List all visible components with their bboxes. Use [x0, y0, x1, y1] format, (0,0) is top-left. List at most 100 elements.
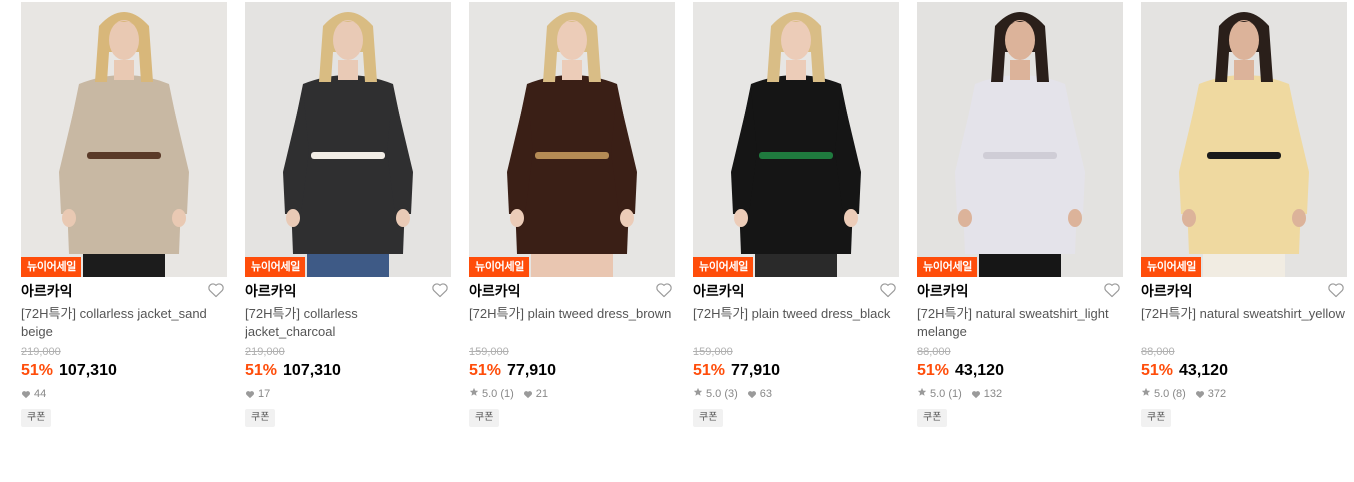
product-image[interactable]: 뉴이어세일 [245, 2, 451, 277]
product-card[interactable]: 뉴이어세일 아르카익 [72H특가] collarless jacket_san… [21, 2, 227, 427]
like-icon [245, 390, 255, 398]
star-icon [693, 387, 703, 396]
sale-price: 43,120 [955, 362, 1004, 379]
star-icon [917, 387, 927, 396]
like-icon [21, 390, 31, 398]
product-name[interactable]: [72H특가] collarless jacket_charcoal [245, 305, 451, 341]
rating: 5.0 (8) [1141, 387, 1195, 401]
rating: 5.0 (1) [469, 387, 523, 401]
product-name[interactable]: [72H특가] natural sweatshirt_yellow [1141, 305, 1347, 341]
product-photo [469, 2, 675, 277]
original-price: 88,000 [917, 346, 951, 358]
like-icon [523, 390, 532, 398]
product-stats: 5.0 (1) 132 [917, 387, 1123, 401]
product-name[interactable]: [72H특가] plain tweed dress_brown [469, 305, 675, 341]
rating: 5.0 (3) [693, 387, 747, 401]
product-stats: 5.0 (3) 63 [693, 387, 899, 401]
product-stats: 5.0 (1) 21 [469, 387, 675, 401]
product-photo [1141, 2, 1347, 277]
product-card[interactable]: 뉴이어세일 아르카익 [72H특가] collarless jacket_cha… [245, 2, 451, 427]
original-price: 159,000 [469, 346, 509, 358]
rating-value: 5.0 (8) [1154, 388, 1186, 400]
sale-tag: 뉴이어세일 [469, 257, 530, 277]
product-grid: 뉴이어세일 아르카익 [72H특가] collarless jacket_san… [21, 2, 1347, 427]
product-image[interactable]: 뉴이어세일 [469, 2, 675, 277]
original-price: 159,000 [693, 346, 733, 358]
brand-name[interactable]: 아르카익 [469, 282, 675, 300]
like-icon [1195, 390, 1204, 398]
price-row: 51% 107,310 [21, 361, 227, 381]
product-card[interactable]: 뉴이어세일 아르카익 [72H특가] natural sweatshirt_ye… [1141, 2, 1347, 427]
heart-icon[interactable] [207, 282, 225, 298]
star-icon [469, 387, 479, 396]
product-image[interactable]: 뉴이어세일 [917, 2, 1123, 277]
product-photo [21, 2, 227, 277]
price-row: 51% 43,120 [917, 361, 1123, 381]
product-image[interactable]: 뉴이어세일 [1141, 2, 1347, 277]
sale-price: 77,910 [731, 362, 780, 379]
brand-name[interactable]: 아르카익 [21, 282, 227, 300]
coupon-badge: 쿠폰 [21, 409, 52, 427]
rating-value: 5.0 (3) [706, 388, 738, 400]
rating-value: 5.0 (1) [930, 388, 962, 400]
brand-name[interactable]: 아르카익 [917, 282, 1123, 300]
like-count: 63 [759, 388, 773, 400]
discount-rate: 51% [917, 362, 950, 379]
heart-icon[interactable] [1327, 282, 1345, 298]
brand-name[interactable]: 아르카익 [1141, 282, 1347, 300]
coupon-badge: 쿠폰 [1141, 409, 1172, 427]
product-photo [245, 2, 451, 277]
coupon-badge: 쿠폰 [469, 409, 500, 427]
like-count: 21 [535, 388, 549, 400]
product-name[interactable]: [72H특가] plain tweed dress_black [693, 305, 899, 341]
product-card[interactable]: 뉴이어세일 아르카익 [72H특가] natural sweatshirt_li… [917, 2, 1123, 427]
heart-icon[interactable] [1103, 282, 1121, 298]
rating: 5.0 (1) [917, 387, 971, 401]
original-price: 219,000 [245, 346, 285, 358]
heart-icon[interactable] [431, 282, 449, 298]
discount-rate: 51% [693, 362, 726, 379]
price-row: 51% 107,310 [245, 361, 451, 381]
like-count: 372 [1207, 388, 1227, 400]
sale-tag: 뉴이어세일 [693, 257, 754, 277]
product-stats: 5.0 (8) 372 [1141, 387, 1347, 401]
sale-price: 77,910 [507, 362, 556, 379]
discount-rate: 51% [469, 362, 502, 379]
like-count: 44 [34, 388, 47, 400]
original-price: 219,000 [21, 346, 61, 358]
sale-tag: 뉴이어세일 [917, 257, 978, 277]
product-image[interactable]: 뉴이어세일 [693, 2, 899, 277]
price-row: 51% 77,910 [693, 361, 899, 381]
coupon-badge: 쿠폰 [245, 409, 276, 427]
like-icon [971, 390, 980, 398]
brand-name[interactable]: 아르카익 [245, 282, 451, 300]
like-icon [747, 390, 756, 398]
product-card[interactable]: 뉴이어세일 아르카익 [72H특가] plain tweed dress_bro… [469, 2, 675, 427]
sale-price: 43,120 [1179, 362, 1228, 379]
sale-price: 107,310 [283, 362, 341, 379]
like-count: 132 [983, 388, 1003, 400]
price-row: 51% 43,120 [1141, 361, 1347, 381]
discount-rate: 51% [1141, 362, 1174, 379]
star-icon [1141, 387, 1151, 396]
product-name[interactable]: [72H특가] natural sweatshirt_light melange [917, 305, 1123, 341]
sale-tag: 뉴이어세일 [21, 257, 82, 277]
product-image[interactable]: 뉴이어세일 [21, 2, 227, 277]
product-stats: 44 [21, 387, 227, 401]
heart-icon[interactable] [655, 282, 673, 298]
heart-icon[interactable] [879, 282, 897, 298]
coupon-badge: 쿠폰 [693, 409, 724, 427]
brand-name[interactable]: 아르카익 [693, 282, 899, 300]
discount-rate: 51% [21, 362, 54, 379]
product-photo [693, 2, 899, 277]
product-name[interactable]: [72H특가] collarless jacket_sand beige [21, 305, 227, 341]
discount-rate: 51% [245, 362, 278, 379]
coupon-badge: 쿠폰 [917, 409, 948, 427]
original-price: 88,000 [1141, 346, 1175, 358]
sale-price: 107,310 [59, 362, 117, 379]
rating-value: 5.0 (1) [482, 388, 514, 400]
sale-tag: 뉴이어세일 [1141, 257, 1202, 277]
like-count: 17 [258, 388, 271, 400]
product-card[interactable]: 뉴이어세일 아르카익 [72H특가] plain tweed dress_bla… [693, 2, 899, 427]
product-stats: 17 [245, 387, 451, 401]
